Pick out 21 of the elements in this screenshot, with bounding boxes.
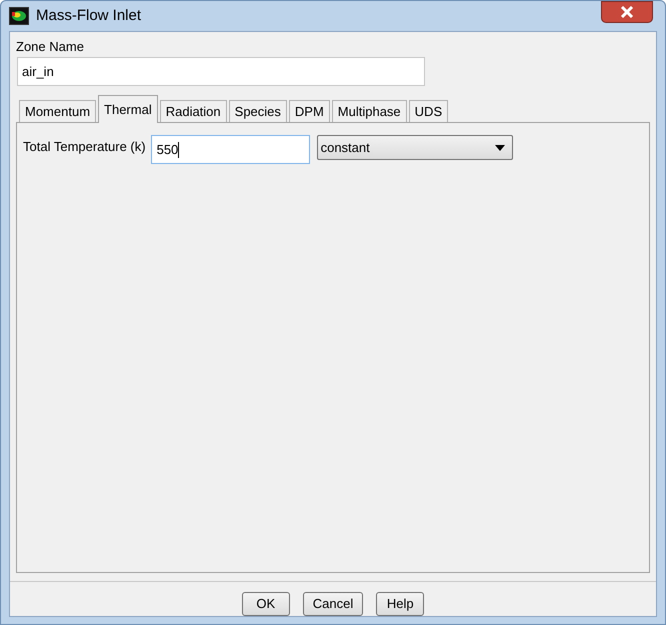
dialog-button[interactable]: Help: [376, 592, 424, 616]
zone-name-field[interactable]: air_in: [17, 57, 425, 86]
close-icon: [620, 6, 634, 18]
tab[interactable]: DPM: [288, 100, 330, 122]
tab[interactable]: Thermal: [98, 95, 158, 123]
method-dropdown[interactable]: constant: [316, 135, 513, 160]
dropdown-arrow-icon: [494, 144, 505, 150]
window-title: Mass-Flow Inlet: [36, 6, 142, 26]
field-label: Zone Name: [16, 38, 85, 56]
field-label: Total Temperature (k): [23, 138, 146, 156]
tab[interactable]: UDS: [408, 100, 448, 122]
temperature-field[interactable]: 550: [150, 135, 310, 164]
field-value: 550: [156, 140, 178, 159]
dialog-button[interactable]: Cancel: [302, 592, 364, 616]
tab[interactable]: Species: [228, 100, 287, 122]
close-button[interactable]: [601, 1, 653, 23]
tab[interactable]: Multiphase: [332, 100, 407, 122]
tab[interactable]: Radiation: [160, 100, 227, 122]
dialog-button[interactable]: OK: [242, 592, 290, 616]
app-icon: [9, 6, 29, 25]
tab[interactable]: Momentum: [19, 100, 96, 122]
